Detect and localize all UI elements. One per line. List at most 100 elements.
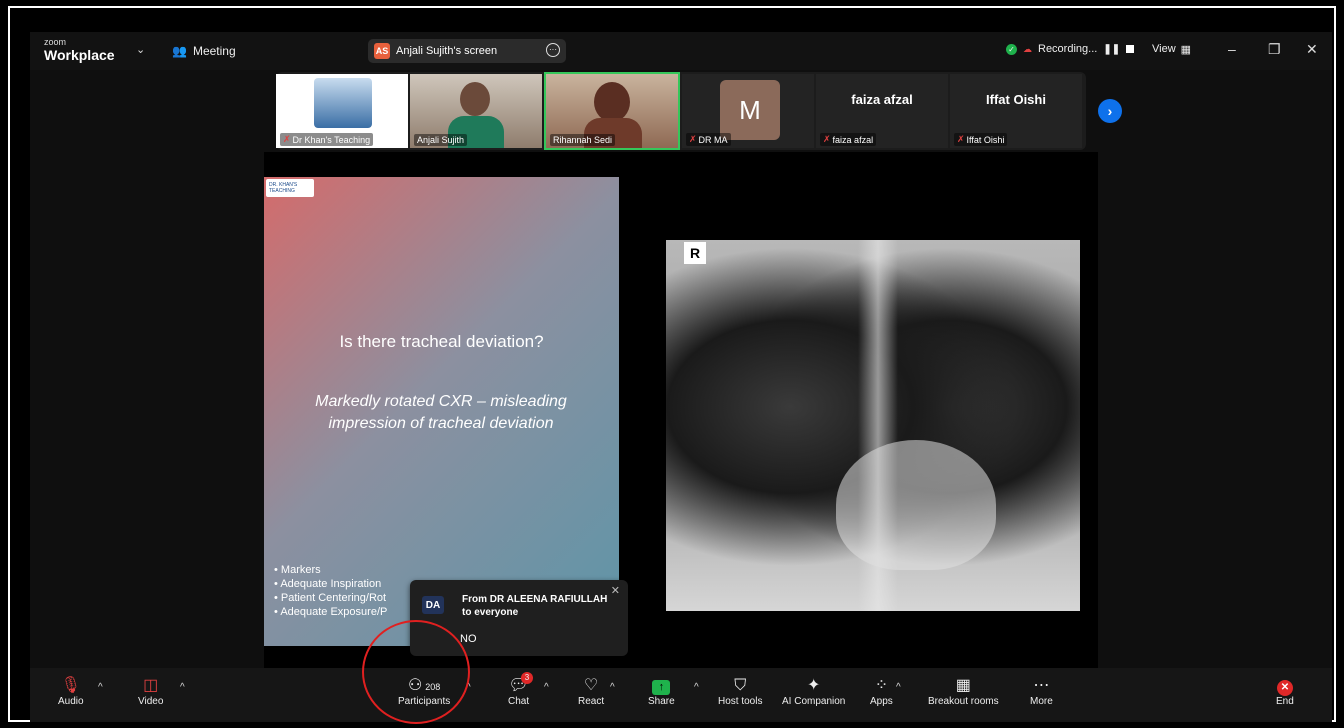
apps-icon: ⁘ [874,677,889,694]
slide-title: Is there tracheal deviation? [339,332,544,351]
breakout-rooms-button[interactable]: ▦ Breakout rooms [928,676,999,707]
participant-strip: ✗ Dr Khan's Teaching Anjali Sujith Rihann… [276,72,1122,150]
mic-muted-icon: ✗ [689,134,697,144]
chat-from: From DR ALEENA RAFIULLAH [462,594,608,605]
chat-to: to everyone [462,607,519,618]
react-label: React [578,696,605,707]
bullet-item: Patient Centering/Rot [274,591,387,605]
participant-name: Anjali Sujith [414,134,468,146]
next-page-arrow-icon[interactable]: › [1098,99,1122,123]
chat-button[interactable]: 💬︎ 3 Chat [508,672,533,707]
slide-logo: DR. KHAN'S TEACHING [266,179,314,197]
slide-bullets: Markers Adequate Inspiration Patient Cen… [274,563,387,619]
chat-options-caret[interactable]: ^ [544,682,549,693]
mic-muted-icon: ✗ [823,134,831,144]
shield-check-icon: ✓ [1006,43,1017,55]
breakout-label: Breakout rooms [928,696,999,707]
close-icon[interactable]: ✕ [1306,41,1318,58]
participant-tile[interactable]: M ✗ DR MA [682,74,814,148]
host-tools-button[interactable]: ⛉ Host tools [718,676,762,707]
meeting-info-button[interactable]: 👥 Meeting [172,44,236,58]
shield-icon: ⛉ [734,677,747,694]
participant-name: Rihannah Sedi [550,134,616,146]
screen-share-pill[interactable]: AS Anjali Sujith's screen ··· [368,39,566,63]
chat-sender: From DR ALEENA RAFIULLAH to everyone [462,593,607,619]
chat-label: Chat [508,696,530,707]
participant-display-name: Iffat Oishi [986,92,1046,107]
react-button[interactable]: ♡ React [578,676,604,707]
pause-recording-icon[interactable]: ❚❚ [1103,44,1120,55]
participant-tile[interactable]: Anjali Sujith [410,74,542,148]
audio-button[interactable]: 🎙︎ Audio [58,676,84,707]
chat-unread-badge: 3 [521,672,533,684]
xray-side-marker: R [684,242,706,264]
breakout-grid-icon: ▦ [955,677,971,694]
slide-subtitle: Markedly rotated CXR – misleading impres… [315,393,567,432]
participant-tile[interactable]: Iffat Oishi ✗ Iffat Oishi [950,74,1082,148]
more-button[interactable]: ⋯ More [1030,676,1053,707]
participant-tile[interactable]: ✗ Dr Khan's Teaching [276,74,408,148]
ai-companion-button[interactable]: ✦ AI Companion [782,676,845,707]
react-options-caret[interactable]: ^ [610,682,615,693]
title-bar: zoom Workplace ⌄ 👥 Meeting AS Anjali Suj… [30,32,1332,70]
apps-options-caret[interactable]: ^ [896,682,901,693]
sparkle-icon: ✦ [806,677,821,694]
xray-heart [836,440,996,570]
more-options-icon[interactable]: ··· [546,43,560,57]
video-off-icon: ◫ [143,677,159,694]
minimize-icon[interactable]: – [1228,41,1236,57]
meeting-toolbar: 🎙︎ Audio ^ ◫ Video ^ ⚇ 208 Participants ^… [30,668,1332,722]
end-button[interactable]: ✕ End [1276,676,1294,707]
recording-status: ✓ ☁ Recording... ❚❚ [1006,43,1135,55]
active-speaker-tile[interactable]: Rihannah Sedi [544,72,680,150]
audio-options-caret[interactable]: ^ [98,682,103,693]
share-options-caret[interactable]: ^ [694,682,699,693]
mic-muted-icon: ✗ [283,134,291,144]
person-video-icon [460,82,490,116]
participant-display-name: faiza afzal [851,92,913,107]
shared-screen: DR. KHAN'S TEACHING Is there tracheal de… [264,152,1098,668]
video-label: Video [138,696,164,707]
more-label: More [1030,696,1053,707]
participant-name: ✗ Iffat Oishi [954,133,1008,146]
view-button[interactable]: View ▦ [1152,43,1191,56]
share-screen-icon: ↑ [648,676,675,696]
zoom-logo: zoom Workplace [44,37,115,64]
share-button[interactable]: ↑ Share [648,676,675,707]
participant-name: ✗ Dr Khan's Teaching [280,133,374,146]
bullet-item: Adequate Inspiration [274,577,387,591]
chat-message: NO [460,633,477,645]
screenshot-frame: zoom Workplace ⌄ 👥 Meeting AS Anjali Suj… [8,6,1336,722]
heart-icon: ♡ [583,677,599,694]
apps-button[interactable]: ⁘ Apps [870,676,893,707]
participant-tile[interactable]: faiza afzal ✗ faiza afzal [816,74,948,148]
chevron-down-icon[interactable]: ⌄ [136,43,145,56]
dkt-logo-icon [314,78,372,128]
avatar: M [720,80,780,140]
video-button[interactable]: ◫ Video [138,676,163,707]
stop-recording-icon[interactable] [1126,45,1135,53]
bullet-item: Adequate Exposure/P [274,605,387,619]
video-options-caret[interactable]: ^ [180,682,185,693]
participant-name: ✗ DR MA [686,133,731,146]
participant-name: ✗ faiza afzal [820,133,877,146]
annotation-circle [362,620,470,724]
ellipsis-icon: ⋯ [1033,677,1050,694]
apps-label: Apps [870,696,893,707]
restore-icon[interactable]: ❐ [1268,41,1281,58]
host-tools-label: Host tools [718,696,763,707]
share-label: Share [648,696,675,707]
bullet-item: Markers [274,563,387,577]
chest-xray-image: R [666,240,1080,611]
people-icon: 👥 [172,44,187,58]
close-icon[interactable]: ✕ [611,584,620,597]
view-label: View [1152,43,1176,55]
brand-small: zoom [44,37,67,47]
mic-muted-icon: ✗ [957,134,965,144]
ai-companion-label: AI Companion [782,696,846,707]
recording-label: Recording... [1038,43,1098,55]
screen-label: Anjali Sujith's screen [396,45,498,57]
mic-muted-icon: 🎙︎ [60,677,81,694]
presentation-slide: DR. KHAN'S TEACHING Is there tracheal de… [264,177,619,646]
end-meeting-icon: ✕ [1276,676,1294,696]
